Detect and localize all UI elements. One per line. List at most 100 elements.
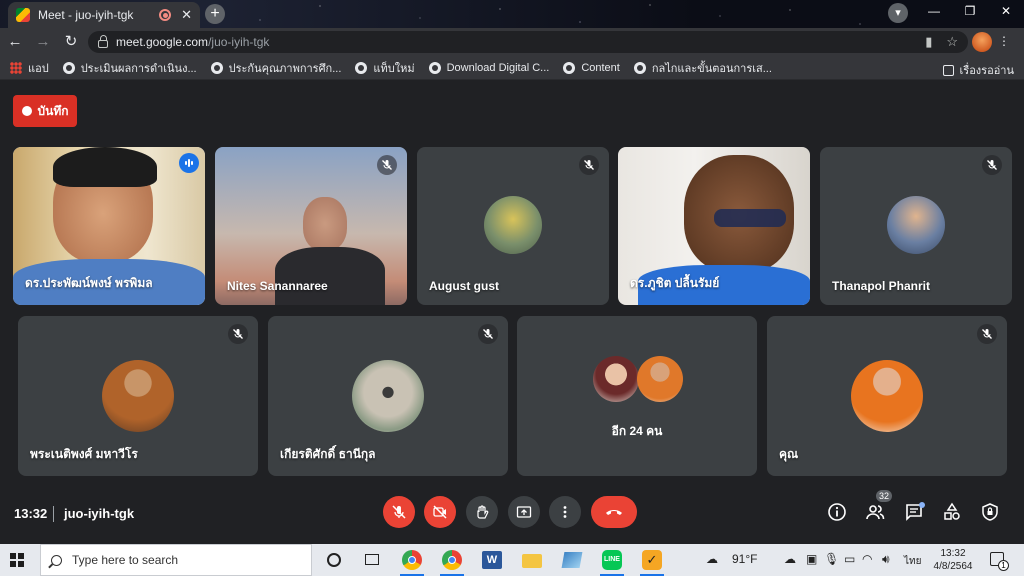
browser-tab-meet[interactable]: Meet - juo-iyih-tgk ✕ [8,2,200,28]
others-tile[interactable]: อีก 24 คน [517,316,757,476]
toggle-camera-button[interactable] [424,496,456,528]
participant-tile[interactable]: ดร.ภูชิต ปลื้นรัมย์ [618,147,810,305]
hand-icon [477,505,489,519]
extensions-icon[interactable]: ⋮ [998,34,1010,48]
system-clock[interactable]: 13:32 4/8/2564 [928,547,978,573]
task-view-icon[interactable] [360,548,384,572]
bookmark-item[interactable]: ประกันคุณภาพการศึก... [210,59,342,77]
bookmark-item[interactable]: กลไกและขั้นตอนการเส... [633,59,772,77]
participant-name: เกียรติศักดิ์ ธานีกุล [280,447,376,461]
notifications-icon[interactable]: 1 [990,552,1009,571]
recording-indicator-icon [159,9,172,21]
tab-search-icon[interactable]: ▾ [888,3,908,23]
bookmark-label: ประกันคุณภาพการศึก... [228,62,342,75]
meeting-details-info-icon[interactable] [827,502,847,522]
app-icon[interactable] [560,548,584,572]
bookmark-label: Content [581,61,620,74]
bookmark-label: Download Digital C... [446,61,550,74]
participant-name: August gust [429,279,499,293]
file-explorer-icon[interactable] [520,548,544,572]
participant-hair [53,147,157,187]
profile-avatar[interactable] [972,32,992,52]
wifi-icon[interactable]: ◠ [862,552,872,566]
participant-tile[interactable]: พระเนติพงศ์ มหาวีโร [18,316,258,476]
tab-title: Meet - juo-iyih-tgk [38,8,134,22]
people-icon[interactable] [865,502,885,522]
chrome-taskbar-icon[interactable] [400,548,424,576]
search-icon [51,554,62,566]
taskbar-search-input[interactable]: Type here to search [40,544,312,576]
participant-tile[interactable]: Thanapol Phanrit [820,147,1012,305]
volume-icon[interactable]: 🔊︎ [882,552,890,567]
meeting-time: 13:32 [14,506,48,521]
participant-avatar [352,360,424,432]
recording-button[interactable]: บันทึก [13,95,77,127]
reload-button[interactable]: ↻ [58,29,84,55]
bookmark-star-icon[interactable]: ☆ [946,34,958,50]
chrome-profile-taskbar-icon[interactable] [440,548,464,576]
mic-tray-icon[interactable]: 🎙︎ [824,552,839,566]
temperature: 91°F [732,552,758,566]
participant-avatar [102,360,174,432]
leave-call-button[interactable] [591,496,637,528]
raise-hand-button[interactable] [466,496,498,528]
checklist-app-icon[interactable]: ✓ [640,548,664,576]
participant-tile[interactable]: เกียรติศักดิ์ ธานีกุล [268,316,508,476]
camera-permission-icon[interactable]: ▮ [925,34,932,50]
new-tab-button[interactable]: + [205,4,225,24]
toggle-mic-button[interactable] [383,496,415,528]
participant-tile[interactable]: ดร.ประพัฒน์พงษ์ พรพิมล [13,147,205,305]
input-language[interactable]: ไทย [904,554,921,569]
bookmark-item[interactable]: Content [563,61,620,74]
maximize-button[interactable]: ❐ [952,0,988,22]
participant-name: คุณ [779,447,799,461]
host-controls-icon[interactable] [980,502,1000,522]
participant-tile[interactable]: August gust [417,147,609,305]
participant-avatar [887,196,945,254]
participant-name: Thanapol Phanrit [832,279,931,293]
bookmarks-bar: แอป ประเมินผลการดำเนินง... ประกันคุณภาพก… [0,56,1024,80]
line-app-icon[interactable]: LINE [600,548,624,576]
bookmark-label: แอป [28,62,49,75]
divider [53,506,54,522]
onedrive-icon[interactable]: ☁ [784,552,796,566]
muted-mic-icon [228,324,248,344]
muted-mic-icon [579,155,599,175]
bookmark-item[interactable]: ประเมินผลการดำเนินง... [62,59,197,77]
tray-app-icon[interactable]: ▣ [806,552,817,566]
participant-face [303,197,347,251]
chat-notification-dot [919,502,925,508]
close-window-button[interactable]: ✕ [988,0,1024,22]
url-path: /juo-iyih-tgk [208,35,270,49]
muted-mic-icon [478,324,498,344]
present-screen-button[interactable] [508,496,540,528]
weather-icon[interactable]: ☁ [706,552,718,566]
bookmark-item[interactable]: แท็บใหม่ [355,59,415,77]
more-vert-icon [563,506,567,518]
tab-close-icon[interactable]: ✕ [181,7,192,23]
cortana-icon[interactable] [322,548,346,572]
participant-avatar [851,360,923,432]
participant-count-badge: 32 [876,490,893,502]
globe-icon [428,61,441,74]
minimize-button[interactable]: — [916,0,952,22]
back-button[interactable]: ← [2,29,28,55]
more-options-button[interactable] [549,496,581,528]
bookmark-item[interactable]: Download Digital C... [428,61,550,74]
activities-icon[interactable] [942,502,962,522]
reading-list-label: เรื่องรออ่าน [959,65,1014,77]
reading-list-button[interactable]: เรื่องรออ่าน [942,61,1014,79]
participant-tile[interactable]: Nites Sanannaree [215,147,407,305]
address-bar[interactable]: meet.google.com/juo-iyih-tgk ▮ ☆ [88,31,968,53]
self-tile[interactable]: คุณ [767,316,1007,476]
participant-suit [275,247,385,305]
windows-start-icon[interactable] [10,553,24,567]
battery-icon[interactable]: ▭ [844,552,855,566]
present-icon [516,506,532,518]
bookmark-apps[interactable]: แอป [10,59,49,77]
participant-avatar [637,356,683,402]
forward-button[interactable]: → [30,29,56,55]
bookmark-label: ประเมินผลการดำเนินง... [80,62,197,75]
windows-taskbar: Type here to search W LINE ✓ ☁ 91°F ☁ ▣ … [0,544,1024,576]
word-icon[interactable]: W [480,548,504,572]
